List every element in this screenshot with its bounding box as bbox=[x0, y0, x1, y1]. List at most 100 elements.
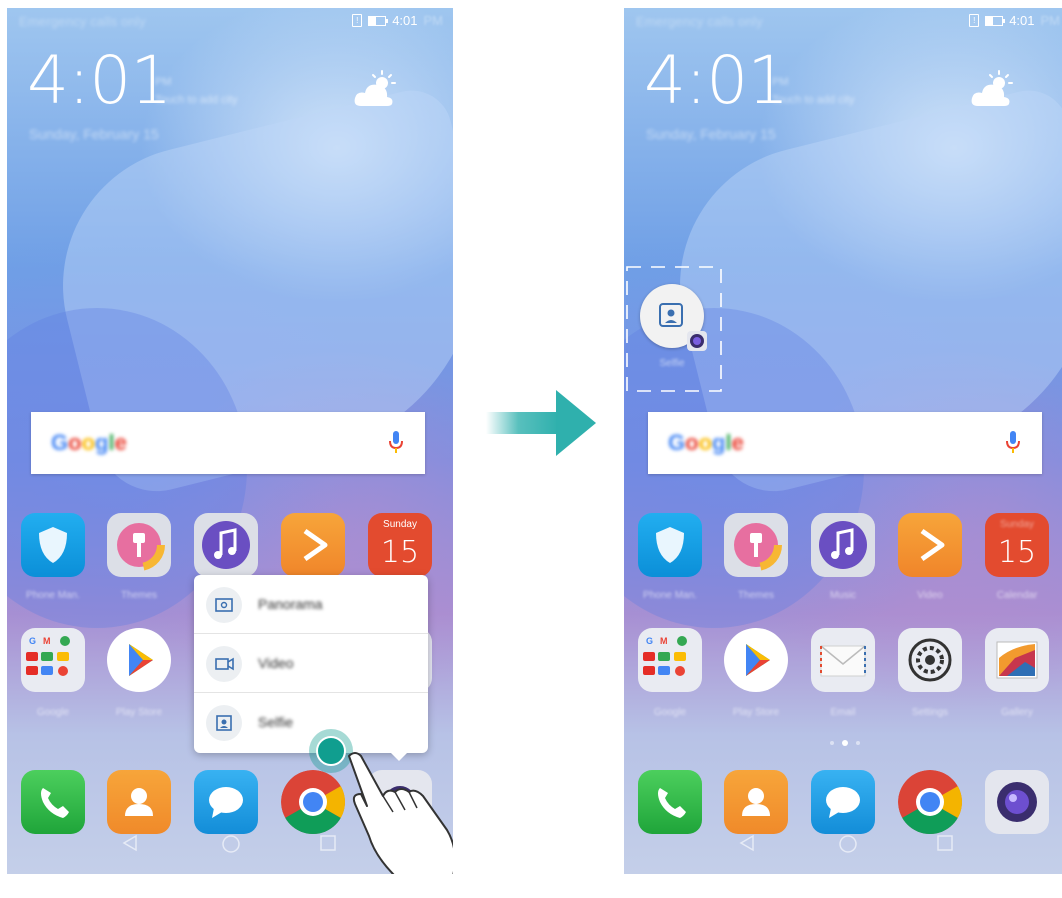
app-video[interactable] bbox=[281, 513, 345, 577]
shortcut-video-label: Video bbox=[258, 655, 294, 671]
app-phone-manager[interactable] bbox=[638, 513, 702, 577]
svg-text:G: G bbox=[29, 636, 36, 646]
google-folder-icon: GM bbox=[26, 636, 70, 676]
navigation-bar bbox=[624, 818, 1062, 874]
calendar-date: 15 bbox=[997, 535, 1037, 570]
panorama-icon bbox=[206, 587, 242, 623]
app-label: Themes bbox=[737, 590, 775, 601]
google-folder-icon: GM bbox=[643, 636, 687, 676]
svg-text:G: G bbox=[646, 636, 653, 646]
microphone-icon[interactable] bbox=[389, 430, 403, 456]
shortcut-panorama-label: Panorama bbox=[258, 596, 323, 612]
shield-icon bbox=[656, 527, 684, 563]
app-settings[interactable] bbox=[898, 628, 962, 692]
status-ampm: PM bbox=[1040, 13, 1061, 28]
app-label: Play Store bbox=[732, 707, 780, 718]
status-time: 4:01 bbox=[1009, 13, 1035, 28]
back-button[interactable] bbox=[122, 834, 138, 857]
google-search-bar[interactable]: Google bbox=[648, 412, 1042, 474]
battery-icon bbox=[368, 15, 389, 26]
battery-icon bbox=[985, 15, 1006, 26]
shortcut-panorama[interactable]: Panorama bbox=[194, 575, 428, 634]
app-label: Google bbox=[653, 707, 687, 718]
app-video[interactable] bbox=[898, 513, 962, 577]
app-label: Email bbox=[830, 707, 856, 718]
home-button[interactable] bbox=[221, 834, 241, 859]
app-google-folder[interactable]: GM bbox=[21, 628, 85, 692]
video-icon bbox=[206, 646, 242, 682]
status-carrier-text: Emergency calls only bbox=[19, 14, 146, 29]
app-label: Video bbox=[917, 590, 943, 601]
play-store-icon bbox=[129, 644, 153, 676]
music-icon bbox=[202, 521, 250, 569]
microphone-icon[interactable] bbox=[1006, 430, 1020, 456]
camera-badge-icon bbox=[687, 331, 707, 351]
selfie-icon bbox=[206, 705, 242, 741]
phone-screen-before: Emergency calls only ! 4:01 PM 4:01 PM T… bbox=[7, 8, 453, 874]
play-icon bbox=[303, 528, 328, 562]
status-bar: Emergency calls only ! 4:01 PM bbox=[7, 8, 453, 34]
calendar-day: Sunday bbox=[1000, 519, 1034, 530]
status-time: 4:01 bbox=[392, 13, 418, 28]
app-calendar[interactable]: Sunday 15 bbox=[985, 513, 1049, 577]
shortcut-selfie-label: Selfie bbox=[258, 714, 294, 730]
camera-shortcut-menu: Panorama Video Selfie bbox=[194, 575, 428, 761]
google-logo: Google bbox=[51, 430, 127, 455]
app-music[interactable] bbox=[194, 513, 258, 577]
page-indicator bbox=[830, 740, 860, 746]
app-calendar[interactable]: Sunday 15 bbox=[368, 513, 432, 577]
clock-city[interactable]: Touch to add city bbox=[155, 94, 238, 106]
selfie-shortcut[interactable] bbox=[640, 284, 707, 351]
clock-widget-time[interactable]: 4:01 bbox=[27, 48, 172, 114]
app-themes[interactable] bbox=[107, 513, 171, 577]
home-button[interactable] bbox=[838, 834, 858, 859]
google-logo: Google bbox=[668, 430, 744, 455]
app-gallery[interactable] bbox=[985, 628, 1049, 692]
app-google-folder[interactable]: GM bbox=[638, 628, 702, 692]
phone-screen-after: Emergency calls only ! 4:01 PM 4:01 PM T… bbox=[624, 8, 1062, 874]
clock-ampm: PM bbox=[772, 76, 789, 88]
shortcut-video[interactable]: Video bbox=[194, 634, 428, 693]
clock-city[interactable]: Touch to add city bbox=[772, 94, 855, 106]
navigation-bar bbox=[7, 818, 453, 874]
settings-icon bbox=[908, 638, 952, 682]
clock-ampm: PM bbox=[155, 76, 172, 88]
clock-widget-time[interactable]: 4:01 bbox=[644, 48, 789, 114]
app-music[interactable] bbox=[811, 513, 875, 577]
partly-cloudy-icon[interactable] bbox=[970, 70, 1014, 110]
app-label: Phone Man. bbox=[643, 590, 697, 601]
clock-date: Sunday, February 15 bbox=[29, 126, 159, 142]
app-play-store[interactable] bbox=[107, 628, 171, 692]
google-search-bar[interactable]: Google bbox=[31, 412, 425, 474]
app-label: Play Store bbox=[115, 707, 163, 718]
calendar-day: Sunday bbox=[383, 519, 417, 530]
clock-date: Sunday, February 15 bbox=[646, 126, 776, 142]
app-label: Gallery bbox=[1001, 707, 1033, 718]
recents-button[interactable] bbox=[319, 834, 337, 857]
back-button[interactable] bbox=[739, 834, 755, 857]
partly-cloudy-icon[interactable] bbox=[353, 70, 397, 110]
play-store-icon bbox=[746, 644, 770, 676]
app-label: Phone Man. bbox=[26, 590, 80, 601]
app-label: Calendar bbox=[996, 590, 1038, 601]
sim-icon: ! bbox=[352, 14, 363, 27]
transition-arrow-icon bbox=[486, 390, 596, 456]
play-icon bbox=[920, 528, 945, 562]
mail-icon bbox=[820, 645, 866, 677]
music-icon bbox=[819, 521, 867, 569]
app-themes[interactable] bbox=[724, 513, 788, 577]
app-play-store[interactable] bbox=[724, 628, 788, 692]
app-label: Themes bbox=[120, 590, 158, 601]
app-label: Music bbox=[829, 590, 857, 601]
recents-button[interactable] bbox=[936, 834, 954, 857]
status-carrier-text: Emergency calls only bbox=[636, 14, 763, 29]
app-phone-manager[interactable] bbox=[21, 513, 85, 577]
svg-text:M: M bbox=[660, 636, 668, 646]
sim-icon: ! bbox=[969, 14, 980, 27]
svg-text:M: M bbox=[43, 636, 51, 646]
app-email[interactable] bbox=[811, 628, 875, 692]
calendar-date: 15 bbox=[380, 535, 420, 570]
shield-icon bbox=[39, 527, 67, 563]
status-bar: Emergency calls only ! 4:01 PM bbox=[624, 8, 1062, 34]
app-label: Google bbox=[36, 707, 70, 718]
